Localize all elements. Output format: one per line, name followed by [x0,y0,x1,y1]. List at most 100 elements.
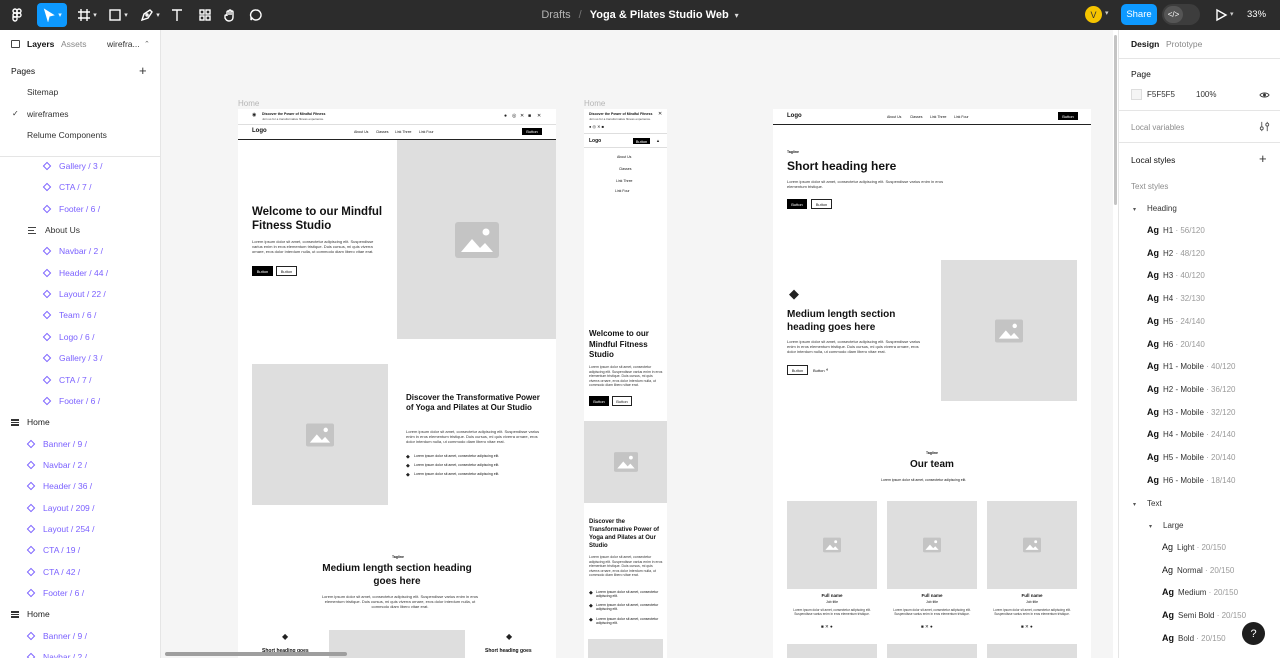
text-style-item[interactable]: Ag H6 · 20/140 [1147,339,1205,349]
layer-item[interactable]: Layout / 254 / [26,524,95,534]
text-style-item[interactable]: Ag H3 - Mobile · 32/120 [1147,407,1235,417]
nav-link-about[interactable]: About Us [354,130,368,134]
layer-item[interactable]: Logo / 6 / [42,332,94,342]
layer-item[interactable]: Navbar / 2 / [26,652,87,658]
nav-link-three[interactable]: Link Three [395,130,411,134]
text-style-item[interactable]: Ag Semi Bold · 20/150 [1162,610,1246,620]
move-tool-button[interactable]: ▾ [37,3,67,27]
home-desktop-frame[interactable]: ◉ Discover the Power of Mindful Fitness … [238,109,556,658]
tab-design[interactable]: Design [1131,39,1159,49]
layer-item[interactable]: Layout / 22 / [42,289,106,299]
text-style-item[interactable]: Ag H2 · 48/120 [1147,248,1205,258]
layer-item[interactable]: Footer / 6 / [42,396,100,406]
layout-link[interactable]: Button [813,368,825,373]
nav-link-classes[interactable]: Classes [376,130,388,134]
file-title[interactable]: Yoga & Pilates Studio Web [590,9,729,21]
text-style-item[interactable]: Ag H2 - Mobile · 36/120 [1147,384,1235,394]
avatar[interactable]: V [1085,6,1102,23]
close-icon[interactable]: ✕ [537,113,541,119]
header-primary-button[interactable]: Button [787,199,807,209]
text-style-item[interactable]: Ag H1 · 56/120 [1147,225,1205,235]
tab-assets[interactable]: Assets [61,39,87,49]
layer-item[interactable]: Gallery / 3 / [42,353,102,363]
frame-label-home-mobile[interactable]: Home [584,99,605,108]
main-menu-icon[interactable] [5,3,29,27]
dev-mode-toggle[interactable]: </> [1162,4,1200,25]
chevron-down-icon[interactable]: ▾ [1133,501,1136,508]
hand-tool-button[interactable] [220,3,240,27]
layer-item[interactable]: CTA / 7 / [42,375,91,385]
chevron-down-icon[interactable]: ▾ [1149,523,1152,530]
layer-item[interactable]: Team / 6 / [42,310,96,320]
local-variables-label[interactable]: Local variables [1131,123,1184,132]
tab-prototype[interactable]: Prototype [1166,39,1202,49]
tab-layers[interactable]: Layers [27,39,54,49]
nav-button[interactable]: Button [522,128,542,135]
nav-link-four[interactable]: Link Four [954,115,969,119]
nav-link-classes[interactable]: Classes [619,167,631,171]
zoom-level[interactable]: 33% [1247,9,1266,20]
layer-item[interactable]: CTA / 7 / [42,182,91,192]
nav-link-four[interactable]: Link Four [615,189,630,193]
layer-item[interactable]: Home [11,417,50,427]
page-color-swatch[interactable] [1131,89,1142,100]
add-style-icon[interactable]: + [1259,151,1267,166]
comment-tool-button[interactable] [246,3,266,27]
nav-button[interactable]: Button [1058,112,1078,120]
chevron-down-icon[interactable]: ▾ [1230,10,1234,18]
layer-item[interactable]: Navbar / 2 / [42,246,103,256]
text-style-item[interactable]: Ag H5 · 24/140 [1147,316,1205,326]
facebook-icon[interactable]: ● [504,113,507,119]
chevron-down-icon[interactable]: ▾ [1105,9,1109,17]
play-icon[interactable] [1214,8,1228,22]
layer-item[interactable]: Layout / 209 / [26,503,95,513]
nav-link-four[interactable]: Link Four [419,130,434,134]
text-style-item[interactable]: Ag H4 - Mobile · 24/140 [1147,429,1235,439]
x-icon[interactable]: ✕ [520,113,524,119]
logo[interactable]: Logo [589,138,601,144]
text-style-item[interactable]: Ag Bold · 20/150 [1162,633,1226,643]
layer-item[interactable]: Footer / 6 / [26,588,84,598]
hero-primary-button[interactable]: Button [589,396,609,406]
chevron-down-icon[interactable]: ▾ [735,11,739,20]
text-style-item[interactable]: Ag Medium · 20/150 [1162,587,1238,597]
layer-item[interactable]: CTA / 42 / [26,567,80,577]
layer-item[interactable]: Home [11,609,50,619]
text-style-item[interactable]: Ag H6 - Mobile · 18/140 [1147,475,1235,485]
social-icons[interactable]: ● ◎ ✕ ■ [589,124,604,129]
page-color-value[interactable]: F5F5F5 [1147,90,1175,99]
instagram-icon[interactable]: ◎ [512,113,516,119]
text-style-item[interactable]: Ag H3 · 40/120 [1147,270,1205,280]
text-style-item[interactable]: Ag H5 - Mobile · 20/140 [1147,452,1235,462]
about-desktop-frame[interactable]: Logo About Us Classes Link Three Link Fo… [773,109,1091,658]
text-style-item[interactable]: Ag Light · 20/150 [1162,542,1226,552]
chevron-up-icon[interactable]: ▲ [656,138,660,143]
layer-item[interactable]: Header / 44 / [42,268,108,278]
breadcrumb-drafts[interactable]: Drafts [541,9,570,21]
large-style-group[interactable]: Large [1163,521,1183,530]
help-button[interactable]: ? [1242,622,1265,645]
layer-item[interactable]: CTA / 19 / [26,545,80,555]
logo[interactable]: Logo [252,128,267,134]
layer-item[interactable]: Footer / 6 / [42,204,100,214]
logo[interactable]: Logo [787,113,802,119]
page-item-wireframes[interactable]: wireframes [27,109,69,119]
variables-icon[interactable] [1259,121,1270,132]
text-style-group[interactable]: Text [1147,499,1162,508]
social-icons[interactable]: ■ ✕ ● [1021,624,1033,630]
close-icon[interactable]: ✕ [658,111,662,117]
nav-link-about[interactable]: About Us [617,155,631,159]
linkedin-icon[interactable]: ■ [528,113,531,119]
layer-item[interactable]: Banner / 9 / [26,439,87,449]
social-icons[interactable]: ■ ✕ ● [921,624,933,630]
layer-item[interactable]: Banner / 9 / [26,631,87,641]
page-opacity-value[interactable]: 100% [1196,90,1216,99]
page-selector[interactable]: wirefra... [107,39,140,49]
header-secondary-button[interactable]: Button [811,199,832,209]
frame-label-home-desktop[interactable]: Home [238,99,259,108]
nav-link-about[interactable]: About Us [887,115,901,119]
layer-item[interactable]: Navbar / 2 / [26,460,87,470]
eye-icon[interactable] [1259,90,1270,100]
page-item-relume-components[interactable]: Relume Components [27,130,107,140]
text-style-item[interactable]: Ag Normal · 20/150 [1162,565,1234,575]
